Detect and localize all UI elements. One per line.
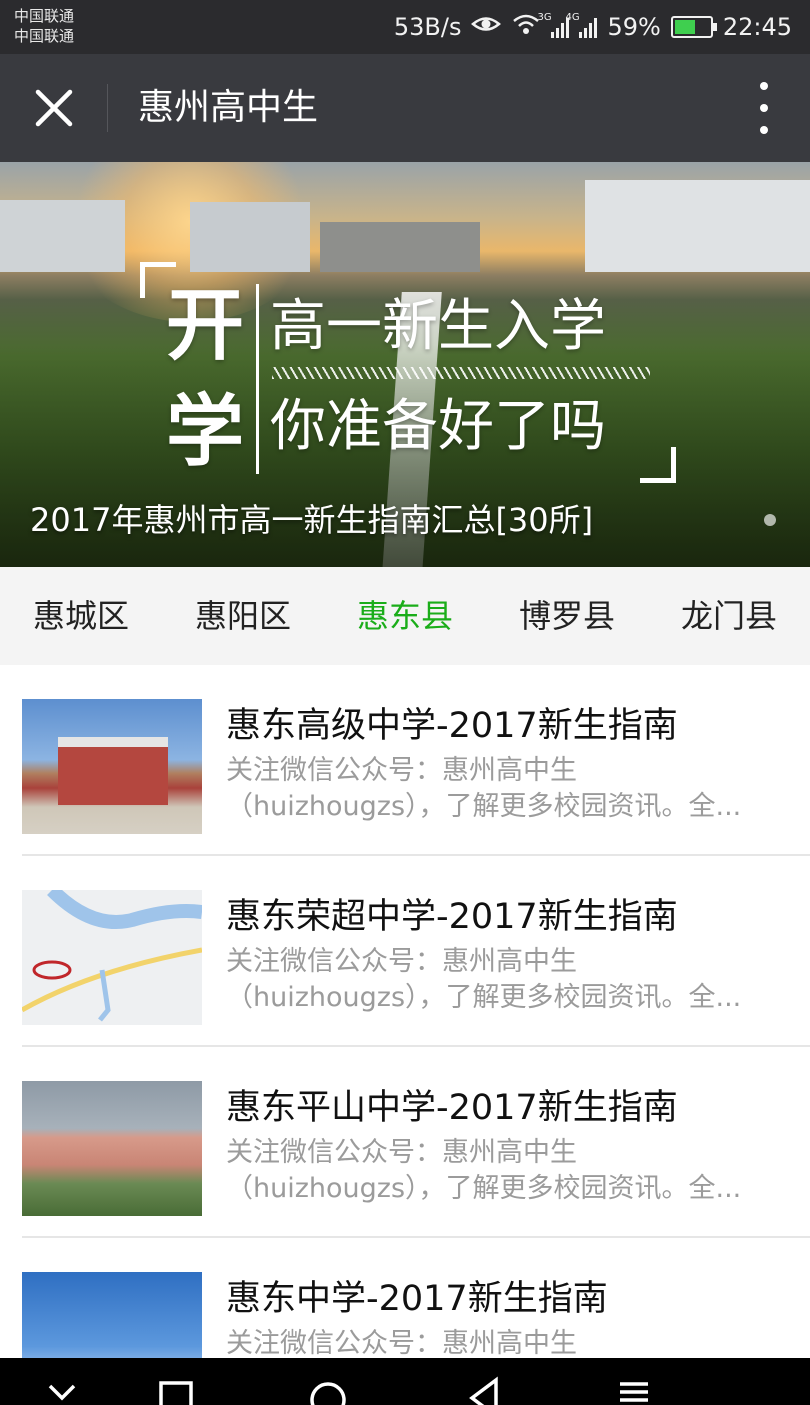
tab-huiyang[interactable]: 惠阳区 <box>162 567 324 665</box>
bracket-bottom-right <box>640 447 676 483</box>
article-desc-line-1: 关注微信公众号：惠州高中生 <box>226 755 577 786</box>
hide-icon <box>48 1384 76 1401</box>
carousel-indicator[interactable] <box>764 514 776 526</box>
more-vertical-icon <box>760 82 768 134</box>
back-triangle-icon <box>469 1376 498 1405</box>
banner-headline-2: 你准备好了吗 <box>270 394 606 459</box>
banner-char-xue: 学 <box>166 387 245 477</box>
back-button[interactable] <box>452 1358 512 1405</box>
article-title: 惠东平山中学-2017新生指南 <box>226 1088 678 1128</box>
tab-longmen[interactable]: 龙门县 <box>648 567 810 665</box>
title-divider <box>107 84 108 132</box>
status-indicators: 53B/s 3G 4G 59% 22:45 <box>394 10 792 44</box>
menu-nav-button[interactable] <box>604 1358 664 1405</box>
map-image <box>22 890 202 1022</box>
article-title: 惠东荣超中学-2017新生指南 <box>226 897 678 937</box>
article-desc-line-2: （huizhougzs），了解更多校园资讯。全... <box>226 1173 742 1204</box>
tab-boluo[interactable]: 博罗县 <box>486 567 648 665</box>
network-3g-label: 3G <box>537 12 552 23</box>
article-desc-line-1: 关注微信公众号：惠州高中生 <box>226 1328 577 1359</box>
signal-4g-icon: 4G <box>565 12 598 38</box>
network-4g-label: 4G <box>565 12 580 23</box>
hide-nav-button[interactable] <box>32 1358 92 1405</box>
battery-percent: 59% <box>607 13 661 41</box>
more-button[interactable] <box>754 82 774 134</box>
article-list: 惠东高级中学-2017新生指南 关注微信公众号：惠州高中生 （huizhougz… <box>0 665 810 1405</box>
article-thumbnail <box>22 1081 202 1216</box>
banner-carousel[interactable]: 开 学 高一新生入学 你准备好了吗 2017年惠州市高一新生指南汇总[30所] <box>0 162 810 567</box>
banner-char-kai: 开 <box>166 281 245 371</box>
home-circle-icon <box>310 1382 346 1405</box>
banner-divider <box>256 284 259 474</box>
article-desc-line-2: （huizhougzs），了解更多校园资讯。全... <box>226 982 742 1013</box>
carrier-1: 中国联通 <box>14 7 75 25</box>
article-title: 惠东中学-2017新生指南 <box>226 1279 608 1319</box>
close-button[interactable] <box>30 84 78 132</box>
banner-headline-1: 高一新生入学 <box>270 294 606 359</box>
district-tabs: 惠城区 惠阳区 惠东县 博罗县 龙门县 <box>0 567 810 665</box>
article-desc-line-1: 关注微信公众号：惠州高中生 <box>226 1137 577 1168</box>
banner-hatch <box>272 367 650 379</box>
menu-icon <box>620 1382 648 1402</box>
article-desc-line-2: （huizhougzs），了解更多校园资讯。全... <box>226 791 742 822</box>
home-button[interactable] <box>298 1358 358 1405</box>
carrier-2: 中国联通 <box>14 27 75 45</box>
list-item[interactable]: 惠东荣超中学-2017新生指南 关注微信公众号：惠州高中生 （huizhougz… <box>22 856 810 1047</box>
recents-button[interactable] <box>146 1358 206 1405</box>
list-item[interactable]: 惠东高级中学-2017新生指南 关注微信公众号：惠州高中生 （huizhougz… <box>22 665 810 856</box>
article-description: 关注微信公众号：惠州高中生 <box>226 1326 786 1362</box>
battery-icon <box>670 16 717 38</box>
article-title: 惠东高级中学-2017新生指南 <box>226 706 678 746</box>
banner-caption: 2017年惠州市高一新生指南汇总[30所] <box>30 501 594 539</box>
clock: 22:45 <box>722 13 792 41</box>
eye-icon <box>471 13 502 41</box>
system-nav-bar <box>0 1358 810 1405</box>
article-description: 关注微信公众号：惠州高中生 （huizhougzs），了解更多校园资讯。全... <box>226 944 786 1016</box>
tab-huicheng[interactable]: 惠城区 <box>0 567 162 665</box>
article-desc-line-1: 关注微信公众号：惠州高中生 <box>226 946 577 977</box>
carrier-labels: 中国联通 中国联通 <box>14 6 74 46</box>
article-description: 关注微信公众号：惠州高中生 （huizhougzs），了解更多校园资讯。全... <box>226 753 786 825</box>
close-icon <box>35 89 73 127</box>
article-description: 关注微信公众号：惠州高中生 （huizhougzs），了解更多校园资讯。全... <box>226 1135 786 1207</box>
article-thumbnail <box>22 699 202 834</box>
status-bar: 中国联通 中国联通 53B/s 3G 4G 59% 22:45 <box>0 0 810 54</box>
tab-huidong[interactable]: 惠东县 <box>324 567 486 665</box>
network-speed: 53B/s <box>393 13 462 41</box>
article-thumbnail <box>22 890 202 1025</box>
page-title: 惠州高中生 <box>138 87 319 128</box>
recents-square-icon <box>159 1381 193 1405</box>
school-gate-image <box>58 737 168 805</box>
battery-fill <box>674 20 695 34</box>
title-bar: 惠州高中生 <box>0 54 810 162</box>
list-item[interactable]: 惠东平山中学-2017新生指南 关注微信公众号：惠州高中生 （huizhougz… <box>22 1047 810 1238</box>
